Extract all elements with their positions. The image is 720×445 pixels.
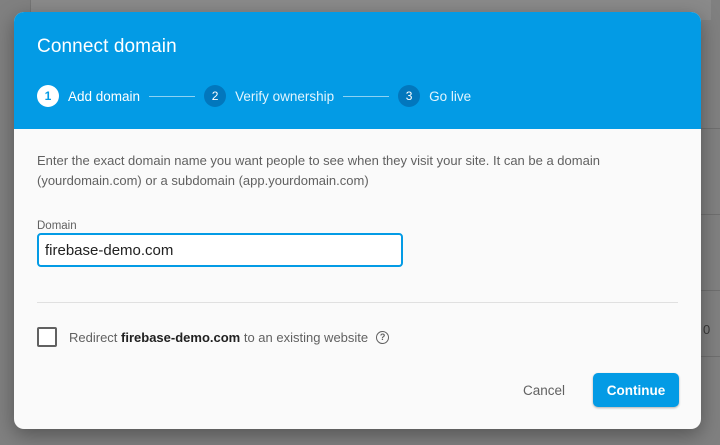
step-go-live: 3 Go live (398, 85, 471, 107)
step-number: 2 (204, 85, 227, 107)
step-add-domain: 1 Add domain (37, 85, 140, 107)
redirect-option: Redirect firebase-demo.com to an existin… (37, 327, 390, 347)
step-label: Go live (429, 88, 472, 104)
domain-input[interactable] (37, 233, 403, 267)
stepper: 1 Add domain 2 Verify ownership 3 Go liv… (37, 84, 471, 108)
dialog-actions: Cancel Continue (511, 373, 679, 407)
step-label: Add domain (68, 88, 141, 104)
domain-field-label: Domain (37, 220, 77, 232)
step-label: Verify ownership (235, 88, 335, 104)
connect-domain-dialog: Connect domain 1 Add domain 2 Verify own… (14, 12, 701, 429)
continue-button[interactable]: Continue (593, 373, 679, 407)
domain-description: Enter the exact domain name you want peo… (37, 153, 600, 188)
step-connector (149, 95, 196, 97)
background-divider (700, 214, 720, 215)
redirect-label-suffix: to an existing website (240, 329, 369, 345)
step-number: 1 (37, 85, 59, 107)
background-partial-text: 0 (703, 322, 711, 337)
background-divider (700, 128, 720, 129)
redirect-checkbox[interactable] (37, 327, 57, 347)
help-circle-icon[interactable]: ? (376, 330, 390, 344)
step-connector (343, 95, 390, 97)
dialog-header: Connect domain 1 Add domain 2 Verify own… (14, 12, 701, 129)
divider (37, 302, 678, 303)
cancel-button[interactable]: Cancel (511, 373, 577, 407)
background-divider (700, 356, 720, 357)
dialog-title: Connect domain (37, 36, 177, 57)
step-verify-ownership: 2 Verify ownership (204, 85, 334, 107)
redirect-label[interactable]: Redirect firebase-demo.com to an existin… (69, 330, 368, 345)
background-divider (700, 290, 720, 291)
step-number: 3 (398, 85, 421, 107)
redirect-domain: firebase-demo.com (121, 329, 241, 345)
redirect-label-prefix: Redirect (69, 329, 122, 345)
